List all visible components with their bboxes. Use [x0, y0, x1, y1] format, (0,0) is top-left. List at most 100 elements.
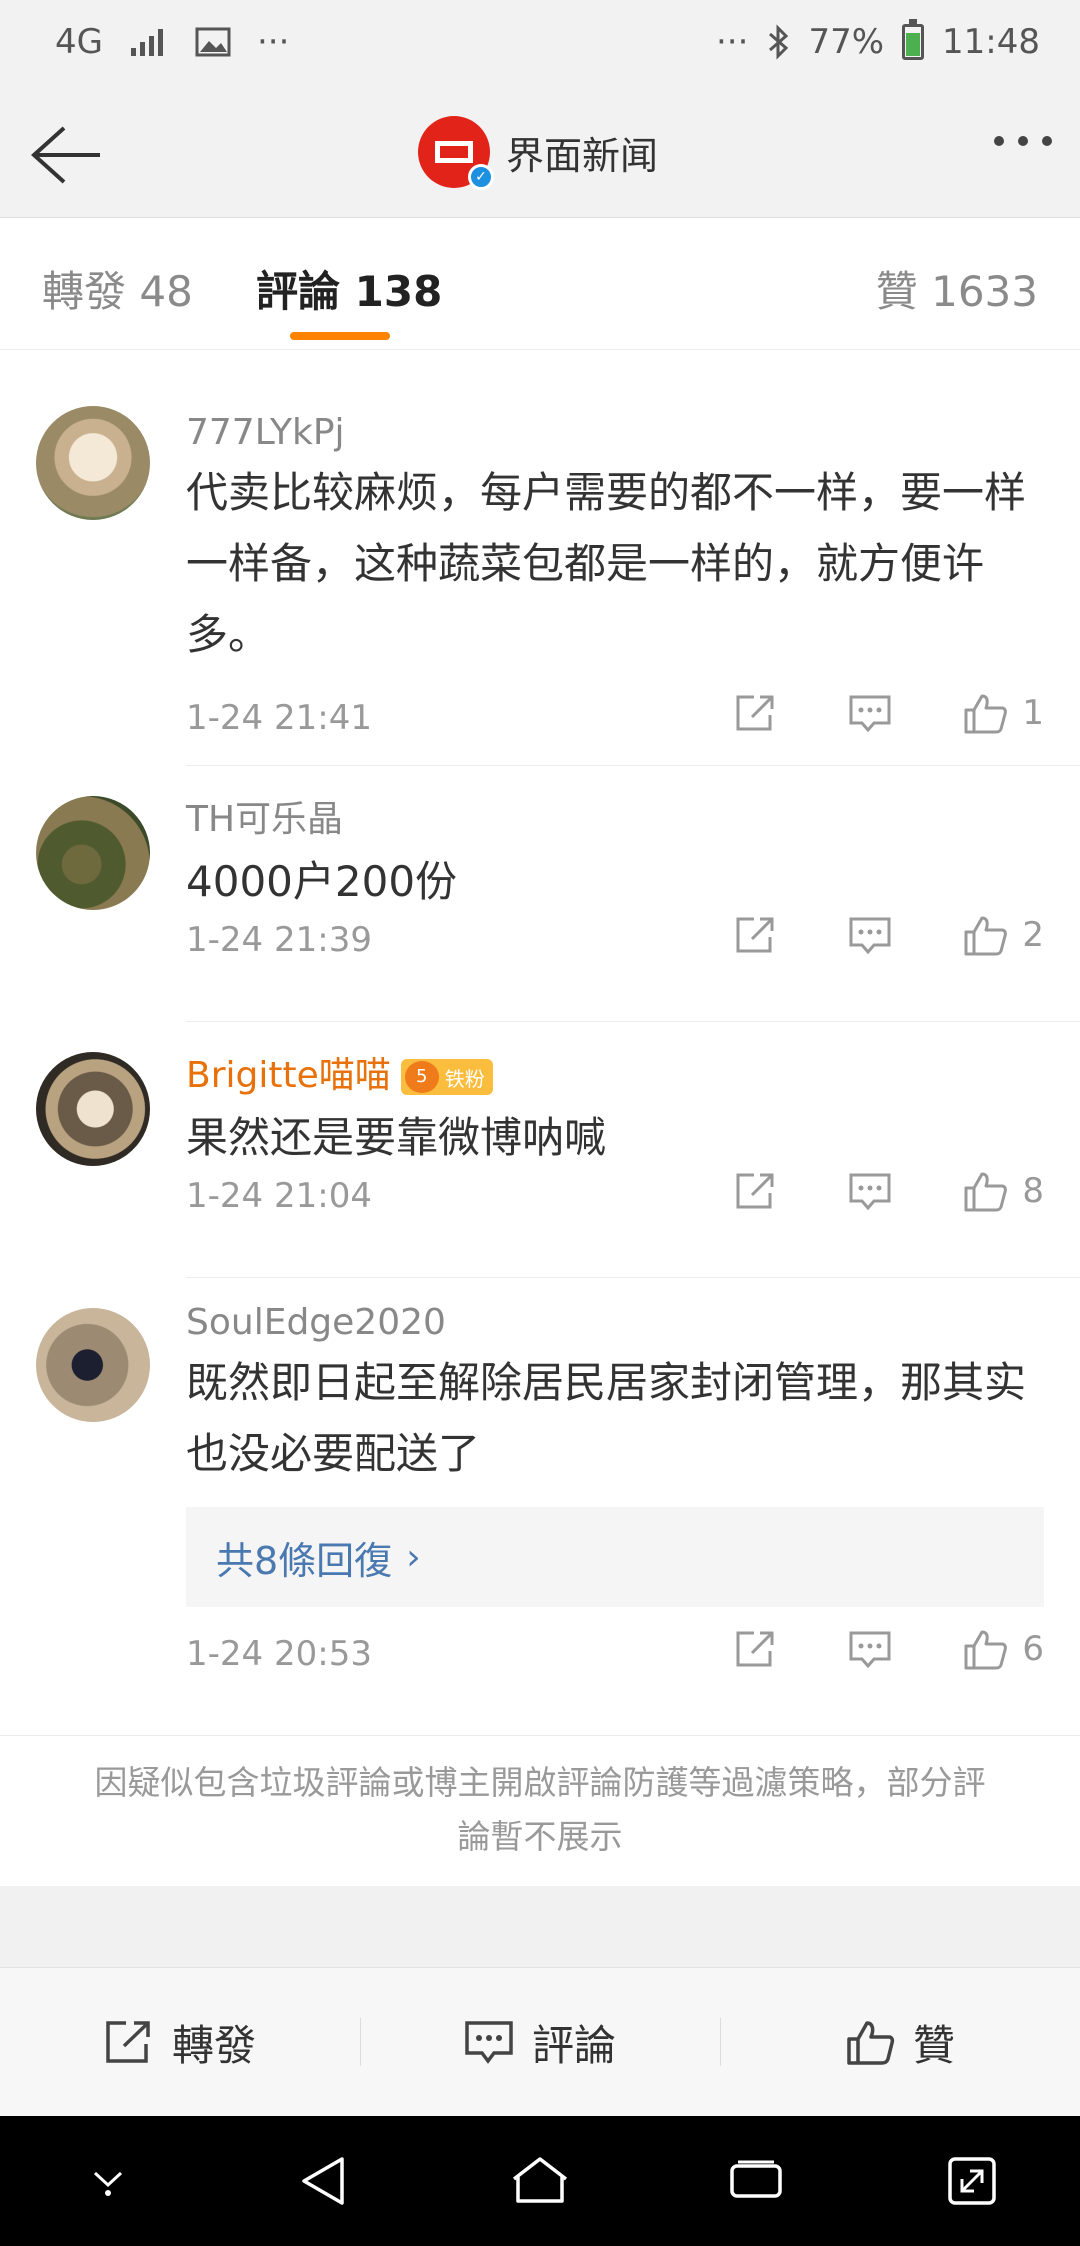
clock: 11:48 [942, 22, 1040, 62]
like-button[interactable]: 贊 [720, 1968, 1080, 2116]
avatar[interactable] [36, 1052, 150, 1166]
more-status: ··· [716, 22, 749, 62]
nav-back-button[interactable] [284, 2141, 364, 2221]
network-indicator: 4G [55, 22, 103, 62]
filter-notice: 因疑似包含垃圾評論或博主開啟評論防護等過濾策略，部分評論暫不展示 [0, 1736, 1080, 1886]
share-comment-button[interactable] [734, 915, 778, 955]
share-icon [106, 2021, 150, 2063]
triangle-back-icon [302, 2157, 344, 2205]
forward-button[interactable]: 轉發 [0, 1968, 360, 2116]
comment-text: 代卖比较麻烦，每户需要的都不一样，要一样一样备，这种蔬菜包都是一样的，就方便许多… [186, 468, 1027, 659]
share-icon [736, 695, 774, 731]
share-icon [736, 1173, 774, 1209]
tab-forwards[interactable]: 轉發 48 [42, 258, 193, 319]
comment-text: 果然还是要靠微博呐喊 [186, 1113, 607, 1162]
thumbs-up-icon [964, 694, 1008, 734]
divider-band [0, 1886, 1080, 1968]
recents-icon [730, 2160, 782, 2198]
comment-username[interactable]: 777LYkPj [186, 412, 1050, 453]
comment-username[interactable]: Brigitte喵喵 [186, 1055, 391, 1096]
like-count: 6 [1022, 1629, 1044, 1669]
comment-icon [465, 2021, 513, 2064]
thumbs-up-icon [964, 1172, 1008, 1212]
fan-badge-label: 铁粉 [444, 1066, 485, 1091]
thumbs-up-icon [964, 916, 1008, 956]
tab-comments[interactable]: 評論 138 [256, 258, 442, 319]
comment-time: 1-24 21:41 [186, 698, 372, 738]
comment-list: 777LYkPj 代卖比较麻烦，每户需要的都不一样，要一样一样备，这种蔬菜包都是… [0, 352, 1080, 1736]
like-comment-button[interactable]: 6 [962, 1626, 1044, 1672]
avatar[interactable] [36, 796, 150, 910]
like-label: 贊 [912, 2020, 955, 2070]
expand-icon [948, 2157, 996, 2205]
home-icon [512, 2157, 568, 2203]
comment-icon [849, 695, 891, 733]
replies-count-label: 共8條回復 [216, 1538, 393, 1583]
share-comment-button[interactable] [734, 1171, 778, 1211]
battery-icon [902, 19, 925, 60]
more-options-button[interactable] [994, 136, 1052, 146]
bottom-toolbar: 轉發 評論 贊 [0, 1968, 1080, 2116]
crown-icon: 5 [404, 1061, 439, 1093]
comment-username[interactable]: SoulEdge2020 [186, 1302, 1050, 1343]
avatar[interactable] [36, 1308, 150, 1422]
verified-icon: ✓ [468, 164, 494, 190]
more-notifications: ··· [256, 22, 290, 62]
reply-comment-button[interactable] [848, 1629, 892, 1669]
battery-percent: 77% [808, 22, 885, 62]
image-icon [195, 27, 231, 57]
comment-icon [849, 917, 891, 955]
comment-username[interactable]: TH可乐晶 [186, 790, 1050, 842]
comment-time: 1-24 21:04 [186, 1176, 372, 1216]
comment-button[interactable]: 評論 [360, 1968, 720, 2116]
comment-text: 4000户200份 [186, 857, 458, 906]
nav-recents-button[interactable] [716, 2141, 796, 2221]
comment-text: 既然即日起至解除居民居家封闭管理，那其实也没必要配送了 [186, 1358, 1027, 1478]
share-icon [736, 917, 774, 953]
active-tab-indicator [290, 332, 390, 340]
like-count: 8 [1022, 1171, 1044, 1211]
tab-bar: 轉發 48 評論 138 贊 1633 [0, 218, 1080, 350]
forward-label: 轉發 [171, 2020, 256, 2070]
like-comment-button[interactable]: 8 [962, 1168, 1044, 1214]
back-arrow-icon [31, 126, 100, 184]
avatar[interactable] [36, 406, 150, 520]
share-icon [736, 1631, 774, 1667]
reply-comment-button[interactable] [848, 915, 892, 955]
thumbs-up-icon [964, 1630, 1008, 1670]
share-comment-button[interactable] [734, 1629, 778, 1669]
comment-icon [849, 1173, 891, 1211]
back-button[interactable] [28, 120, 104, 190]
comment-label: 評論 [531, 2020, 616, 2070]
system-nav-bar [0, 2116, 1080, 2246]
reply-comment-button[interactable] [848, 693, 892, 733]
share-comment-button[interactable] [734, 693, 778, 733]
like-count: 1 [1022, 693, 1044, 733]
signal-icon [130, 29, 163, 56]
comment-item: Brigitte喵喵 5 铁粉 果然还是要靠微博呐喊 1-24 21:04 8 [0, 1022, 1080, 1278]
comment-username-row: Brigitte喵喵 5 铁粉 [186, 1046, 1050, 1098]
bluetooth-icon [769, 24, 789, 60]
hide-nav-button[interactable] [68, 2141, 148, 2221]
account-avatar: ✓ [418, 116, 494, 190]
comment-time: 1-24 20:53 [186, 1634, 372, 1674]
thumbs-up-icon [847, 2021, 895, 2065]
chevron-right-icon: › [406, 1536, 421, 1578]
page-title: 界面新闻 [506, 133, 659, 178]
nav-home-button[interactable] [500, 2141, 580, 2221]
like-comment-button[interactable]: 1 [962, 690, 1044, 736]
comment-icon [849, 1631, 891, 1669]
status-bar: 4G ··· ··· 77% 11:48 [0, 0, 1080, 92]
nav-fullscreen-button[interactable] [932, 2141, 1012, 2221]
like-comment-button[interactable]: 2 [962, 912, 1044, 958]
reply-comment-button[interactable] [848, 1171, 892, 1211]
account-header[interactable]: ✓ 界面新闻 [418, 116, 659, 190]
chevron-down-icon [93, 2171, 123, 2196]
comment-item: SoulEdge2020 既然即日起至解除居民居家封闭管理，那其实也没必要配送了… [0, 1278, 1080, 1736]
like-count: 2 [1022, 915, 1044, 955]
view-replies-button[interactable]: 共8條回復 › [186, 1507, 1044, 1607]
fan-badge[interactable]: 5 铁粉 [400, 1059, 493, 1095]
comment-item: 777LYkPj 代卖比较麻烦，每户需要的都不一样，要一样一样备，这种蔬菜包都是… [0, 352, 1080, 766]
tab-likes[interactable]: 贊 1633 [876, 258, 1038, 319]
comment-item: TH可乐晶 4000户200份 1-24 21:39 2 [0, 766, 1080, 1022]
